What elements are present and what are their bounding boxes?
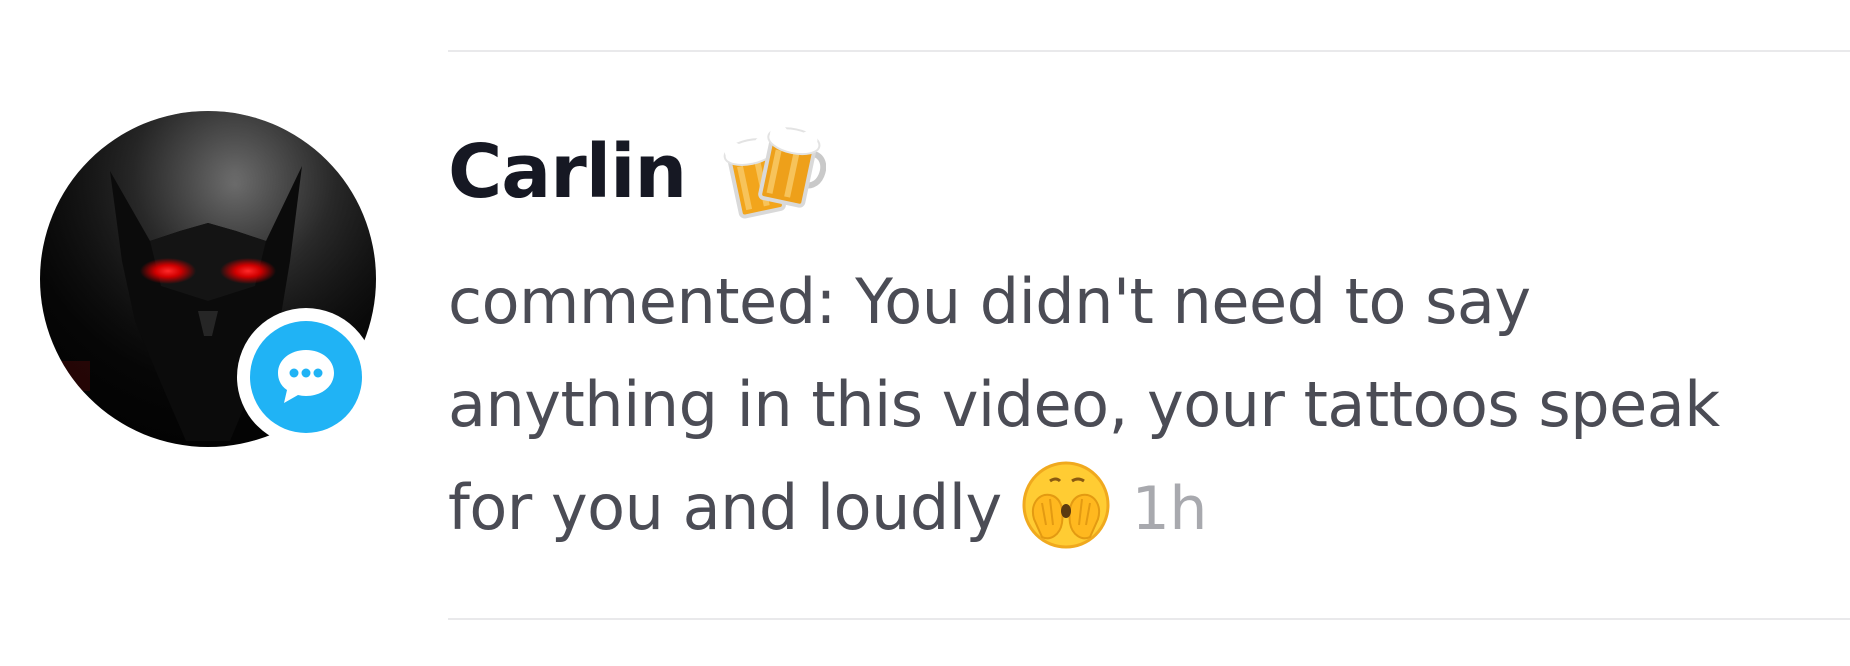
comment-type-badge <box>237 308 375 446</box>
divider-top <box>448 50 1850 52</box>
see-no-evil-face-emoji <box>1020 459 1112 551</box>
comment-text-block: commented: You didn't need to say anythi… <box>448 250 1788 561</box>
username[interactable]: Carlin <box>448 129 687 215</box>
notification-content: Carlin commented: You didn't need to say… <box>448 118 1788 561</box>
chat-bubble-icon <box>250 321 362 433</box>
divider-bottom <box>448 618 1850 620</box>
name-row: Carlin <box>448 118 1788 226</box>
timestamp: 1h <box>1131 474 1208 544</box>
beers-emoji <box>720 123 827 221</box>
avatar-container[interactable] <box>40 111 376 447</box>
comment-notification[interactable]: Carlin commented: You didn't need to say… <box>0 0 1850 666</box>
